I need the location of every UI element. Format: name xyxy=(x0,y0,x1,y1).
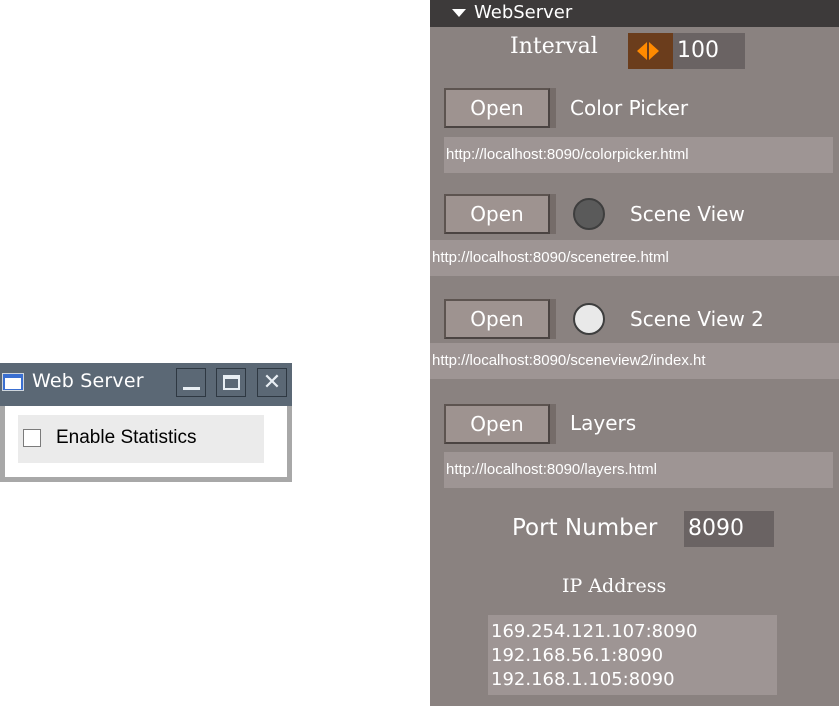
scene-view-2-url[interactable]: http://localhost:8090/sceneview2/index.h… xyxy=(430,343,839,379)
interval-spinner[interactable] xyxy=(628,33,673,69)
maximize-icon xyxy=(223,375,240,390)
layers-url[interactable]: http://localhost:8090/layers.html xyxy=(444,452,833,488)
scene-view-url[interactable]: http://localhost:8090/scenetree.html xyxy=(430,240,839,276)
panel-title: WebServer xyxy=(474,2,573,23)
decrement-arrow-icon[interactable] xyxy=(637,42,647,60)
enable-statistics-label[interactable]: Enable Statistics xyxy=(56,427,196,449)
window-title-bar[interactable]: Web Server ✕ xyxy=(0,363,292,406)
scene-view-2-status-indicator xyxy=(573,303,605,335)
open-color-picker-button[interactable]: Open xyxy=(444,88,556,128)
ip-address-label: IP Address xyxy=(562,575,667,597)
color-picker-url[interactable]: http://localhost:8090/colorpicker.html xyxy=(444,137,833,173)
interval-input[interactable]: 100 xyxy=(673,33,745,69)
maximize-button[interactable] xyxy=(216,368,246,397)
statistics-option: Enable Statistics xyxy=(18,415,264,463)
scene-view-label: Scene View xyxy=(630,202,745,226)
port-number-label: Port Number xyxy=(512,515,658,541)
port-number-input[interactable]: 8090 xyxy=(684,511,774,547)
close-button[interactable]: ✕ xyxy=(257,368,287,397)
scene-view-status-indicator xyxy=(573,198,605,230)
open-scene-view-2-button[interactable]: Open xyxy=(444,299,556,339)
layers-label: Layers xyxy=(570,411,637,435)
minimize-button[interactable] xyxy=(176,368,206,397)
scene-view-2-label: Scene View 2 xyxy=(630,307,764,331)
ip-address-item: 192.168.56.1:8090 xyxy=(491,645,664,666)
window-body: Enable Statistics xyxy=(0,406,292,482)
webserver-panel: WebServer Interval 100 Open Color Picker… xyxy=(430,0,839,706)
interval-label: Interval xyxy=(510,34,598,59)
color-picker-label: Color Picker xyxy=(570,96,689,120)
open-scene-view-button[interactable]: Open xyxy=(444,194,556,234)
enable-statistics-checkbox[interactable] xyxy=(23,429,41,447)
ip-address-list: 169.254.121.107:8090 192.168.56.1:8090 1… xyxy=(488,615,777,695)
ip-address-item: 169.254.121.107:8090 xyxy=(491,621,698,642)
close-icon: ✕ xyxy=(262,370,282,395)
panel-header[interactable]: WebServer xyxy=(430,0,839,27)
increment-arrow-icon[interactable] xyxy=(649,42,659,60)
collapse-triangle-icon[interactable] xyxy=(452,9,466,17)
minimize-icon xyxy=(183,387,200,390)
open-layers-button[interactable]: Open xyxy=(444,404,556,444)
ip-address-item: 192.168.1.105:8090 xyxy=(491,669,675,690)
web-server-window: Web Server ✕ Enable Statistics xyxy=(0,363,292,482)
window-icon xyxy=(2,373,24,391)
window-title: Web Server xyxy=(32,370,144,392)
